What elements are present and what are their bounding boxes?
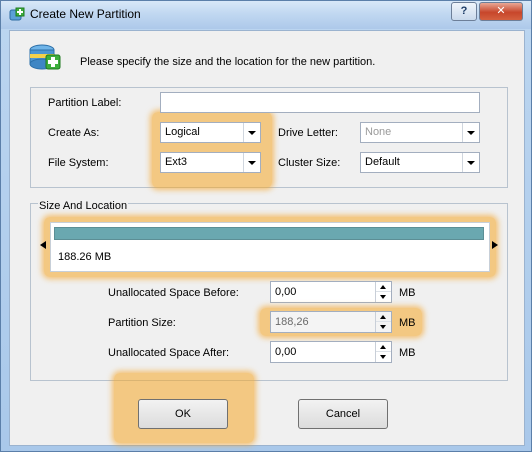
partition-add-icon [29,44,61,70]
help-button[interactable]: ? [451,2,477,21]
create-as-value: Logical [165,126,200,138]
spin-up-icon[interactable] [376,342,391,352]
spin-down-icon[interactable] [376,292,391,302]
cluster-size-select[interactable]: Default [360,152,480,173]
partition-label-input[interactable] [160,92,480,113]
unallocated-before-value: 0,00 [275,286,297,298]
unallocated-after-input[interactable]: 0,00 [270,341,392,363]
chevron-down-icon [462,153,479,172]
ok-button[interactable]: OK [138,399,228,429]
file-system-label: File System: [48,157,109,169]
partition-size-unit: MB [399,317,416,329]
right-handle-icon[interactable] [492,241,498,249]
partition-size-spinner[interactable] [375,312,391,332]
unallocated-after-unit: MB [399,347,416,359]
unallocated-before-label: Unallocated Space Before: [108,287,239,299]
file-system-select[interactable]: Ext3 [160,152,261,173]
window-title: Create New Partition [30,7,141,21]
chevron-down-icon [462,123,479,142]
partition-label-label: Partition Label: [48,97,122,109]
close-button[interactable]: ✕ [479,2,523,21]
unallocated-after-spinner[interactable] [375,342,391,362]
create-partition-dialog: Create New Partition ? ✕ Please specify … [0,0,532,452]
dialog-body: Please specify the size and the location… [9,30,525,446]
spin-down-icon[interactable] [376,352,391,362]
spin-down-icon[interactable] [376,322,391,332]
drive-letter-label: Drive Letter: [278,127,338,139]
drive-letter-select[interactable]: None [360,122,480,143]
unallocated-before-unit: MB [399,287,416,299]
spin-up-icon[interactable] [376,282,391,292]
create-as-select[interactable]: Logical [160,122,261,143]
create-as-label: Create As: [48,127,100,139]
partition-size-input[interactable]: 188,26 [270,311,392,333]
spin-up-icon[interactable] [376,312,391,322]
cancel-button[interactable]: Cancel [298,399,388,429]
file-system-value: Ext3 [165,156,188,168]
left-handle-icon[interactable] [40,241,46,249]
partition-size-track[interactable] [54,227,484,240]
instruction-text: Please specify the size and the location… [80,56,376,68]
drive-letter-value: None [365,126,392,138]
add-partition-icon [9,7,25,21]
unallocated-after-value: 0,00 [275,346,297,358]
chevron-down-icon [243,153,260,172]
size-display: 188.26 MB [58,251,112,263]
partition-size-value: 188,26 [275,316,309,328]
unallocated-after-label: Unallocated Space After: [108,347,230,359]
title-bar: Create New Partition ? ✕ [1,1,531,29]
unallocated-before-input[interactable]: 0,00 [270,281,392,303]
cluster-size-label: Cluster Size: [278,157,341,169]
partition-size-label: Partition Size: [108,317,176,329]
unallocated-before-spinner[interactable] [375,282,391,302]
cluster-size-value: Default [365,156,400,168]
size-location-title: Size And Location [38,200,129,212]
chevron-down-icon [243,123,260,142]
